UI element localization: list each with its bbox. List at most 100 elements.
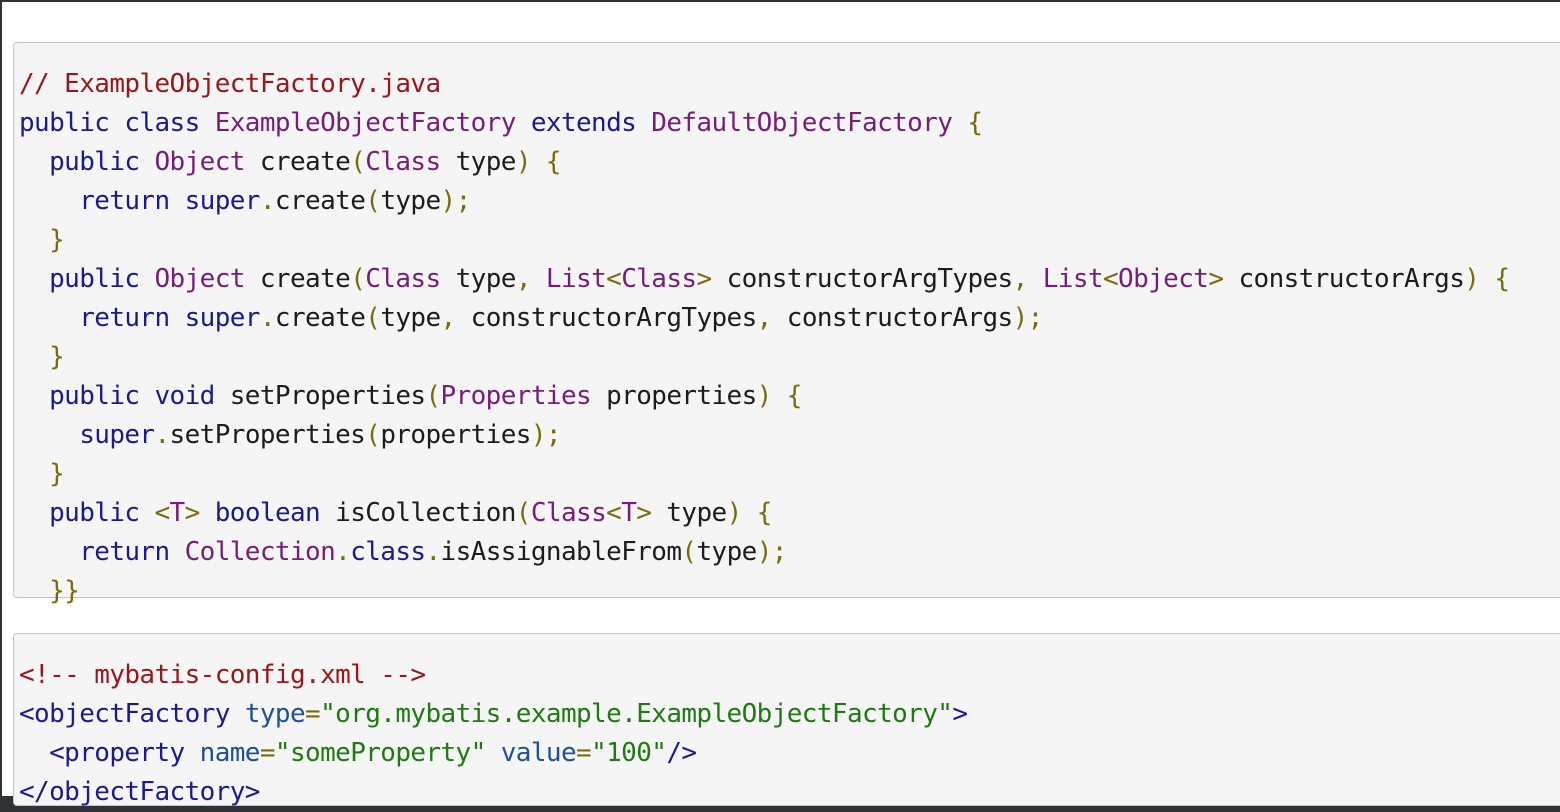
java-code-line: public void setProperties(Properties pro…	[19, 377, 1560, 416]
code-token-keyword: super	[19, 420, 155, 450]
code-token-type: T	[621, 498, 637, 528]
code-token-type: Class	[365, 147, 441, 177]
code-token-punct: >	[184, 498, 201, 528]
code-token-punct: ,	[440, 303, 471, 333]
code-token-punct: (	[425, 381, 441, 411]
code-token-comment: <!-- mybatis-config.xml -->	[19, 660, 426, 690]
code-token-comment: // ExampleObjectFactory.java	[19, 69, 441, 99]
code-token-type: Object	[1118, 264, 1209, 294]
code-token-punct: );	[1012, 303, 1044, 333]
code-token-string: "someProperty"	[274, 738, 486, 768]
code-token-type: DefaultObjectFactory	[651, 108, 953, 138]
code-token-punct: <	[154, 498, 170, 528]
code-token-type: Properties	[440, 381, 592, 411]
code-token-plain: constructorArgs	[1223, 264, 1465, 294]
xml-code-line: </objectFactory>	[19, 773, 1560, 812]
java-code-line: public Object create(Class type) {	[19, 143, 1560, 182]
code-token-keyword: return	[19, 537, 185, 567]
code-token-plain: type	[440, 147, 517, 177]
java-code-line: }	[19, 338, 1560, 377]
code-token-tag: </objectFactory>	[19, 777, 260, 807]
code-token-attr: name	[199, 738, 261, 768]
code-token-tag: <objectFactory	[19, 699, 245, 729]
code-token-punct: }	[19, 342, 65, 372]
code-token-punct: =	[305, 699, 321, 729]
java-code-line: }	[19, 221, 1560, 260]
code-token-punct: );	[530, 420, 562, 450]
code-token-punct: .	[425, 537, 441, 567]
code-token-punct: (	[350, 264, 366, 294]
code-token-punct: >	[696, 264, 712, 294]
code-token-punct: (	[681, 537, 697, 567]
code-token-type: ExampleObjectFactory	[214, 108, 517, 138]
code-token-type: Object	[154, 264, 245, 294]
code-token-tag: />	[666, 738, 697, 768]
code-token-type: Class	[365, 264, 441, 294]
code-token-punct: >	[1208, 264, 1224, 294]
code-token-punct: .	[154, 420, 170, 450]
code-token-plain: isCollection	[335, 498, 516, 528]
code-token-punct: <	[606, 498, 622, 528]
java-code-block: // ExampleObjectFactory.java public class…	[13, 42, 1560, 606]
code-token-plain: type	[440, 264, 517, 294]
java-code-line: }	[19, 455, 1560, 494]
code-token-punct: (	[365, 420, 381, 450]
code-token-punct: (	[365, 186, 381, 216]
java-code-line: }}	[19, 572, 1560, 611]
code-token-type: Class	[530, 498, 607, 528]
code-token-punct: ) {	[1464, 264, 1510, 294]
code-token-plain: setProperties	[229, 381, 426, 411]
code-token-punct: (	[515, 498, 532, 528]
code-token-keyword: class	[350, 537, 426, 567]
code-token-punct: >	[636, 498, 652, 528]
code-token-string: "100"	[591, 738, 667, 768]
code-token-punct: ) {	[756, 381, 803, 411]
code-token-punct: ) {	[726, 498, 773, 528]
java-code-line: public class ExampleObjectFactory extend…	[19, 104, 1560, 143]
code-token-plain: constructorArgs	[786, 303, 1013, 333]
xml-code-line: <objectFactory type="org.mybatis.example…	[19, 695, 1560, 734]
code-token-punct: <	[606, 264, 622, 294]
code-token-punct: .	[259, 186, 276, 216]
code-token-keyword: public	[19, 147, 155, 177]
code-token-type: List	[545, 264, 607, 294]
code-token-plain: constructorArgTypes	[711, 264, 1014, 294]
java-code-line: public Object create(Class type, List<Cl…	[19, 260, 1560, 299]
code-token-punct: ,	[756, 303, 787, 333]
java-code-line: // ExampleObjectFactory.java	[19, 65, 1560, 104]
code-token-string: "org.mybatis.example.ExampleObjectFactor…	[320, 699, 953, 729]
java-code-line: return Collection.class.isAssignableFrom…	[19, 533, 1560, 572]
code-token-punct: }	[19, 225, 65, 255]
code-token-keyword: public	[19, 264, 155, 294]
xml-code-block: <!-- mybatis-config.xml --> <objectFactor…	[13, 633, 1560, 807]
code-token-punct: ) {	[515, 147, 562, 177]
code-token-plain: constructorArgTypes	[470, 303, 758, 333]
code-token-plain: properties	[380, 420, 531, 450]
code-token-punct: =	[576, 738, 592, 768]
code-token-plain: create	[244, 264, 351, 294]
code-token-type: List	[1042, 264, 1104, 294]
code-token-plain: type	[380, 186, 441, 216]
code-token-punct: }}	[19, 576, 80, 606]
documentation-page: // ExampleObjectFactory.java public class…	[2, 2, 1560, 807]
code-token-plain: isAssignableFrom	[440, 537, 682, 567]
code-token-plain: create	[274, 186, 366, 216]
code-token-keyword: boolean	[199, 498, 336, 528]
code-token-type: T	[169, 498, 186, 528]
code-token-plain: type	[380, 303, 441, 333]
code-token-punct: .	[259, 303, 276, 333]
code-token-plain: type	[696, 537, 757, 567]
code-token-tag: <property	[19, 738, 200, 768]
code-token-type: Class	[621, 264, 697, 294]
code-token-attr: type	[244, 699, 306, 729]
code-token-punct: .	[335, 537, 351, 567]
code-token-keyword: public void	[19, 381, 230, 411]
code-token-type: Object	[154, 147, 245, 177]
code-token-punct: =	[259, 738, 276, 768]
code-token-tag: >	[952, 699, 968, 729]
xml-code-line: <property name="someProperty" value="100…	[19, 734, 1560, 773]
code-token-keyword: public	[19, 498, 155, 528]
code-token-punct: (	[350, 147, 366, 177]
code-token-plain: create	[274, 303, 366, 333]
code-token-keyword: public class	[19, 108, 215, 138]
